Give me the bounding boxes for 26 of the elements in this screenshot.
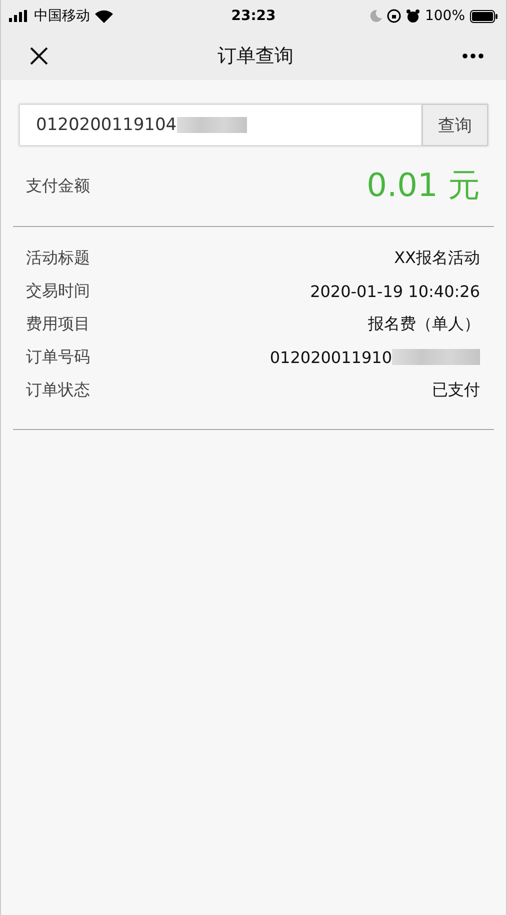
detail-label: 费用项目	[26, 314, 90, 334]
detail-value: 已支付	[432, 380, 480, 400]
wifi-icon	[95, 10, 113, 22]
amount-label: 支付金额	[26, 176, 90, 196]
detail-label: 订单状态	[26, 380, 90, 400]
more-icon[interactable]	[462, 53, 484, 59]
amount-value: 0.01 元	[366, 165, 480, 206]
moon-icon	[370, 10, 382, 22]
close-icon[interactable]	[29, 46, 49, 66]
detail-value: 012020011910	[270, 348, 392, 366]
detail-label: 交易时间	[26, 280, 90, 302]
rotation-lock-icon	[386, 9, 401, 23]
redacted-block	[176, 117, 247, 133]
detail-label: 订单号码	[26, 346, 90, 368]
page-title: 订单查询	[218, 44, 294, 69]
query-button[interactable]: 查询	[422, 104, 488, 146]
detail-value: 报名费（单人）	[368, 314, 480, 334]
signal-icon	[9, 10, 29, 22]
detail-value: XX报名活动	[394, 248, 480, 268]
battery-icon	[470, 10, 498, 22]
detail-value: 2020-01-19 10:40:26	[310, 282, 480, 300]
carrier-name: 中国移动	[34, 7, 90, 25]
order-number-field[interactable]: 0120200119104	[19, 104, 422, 146]
detail-label: 活动标题	[26, 248, 90, 268]
battery-percent: 100%	[424, 8, 466, 24]
clock-time: 23:23	[231, 8, 276, 24]
